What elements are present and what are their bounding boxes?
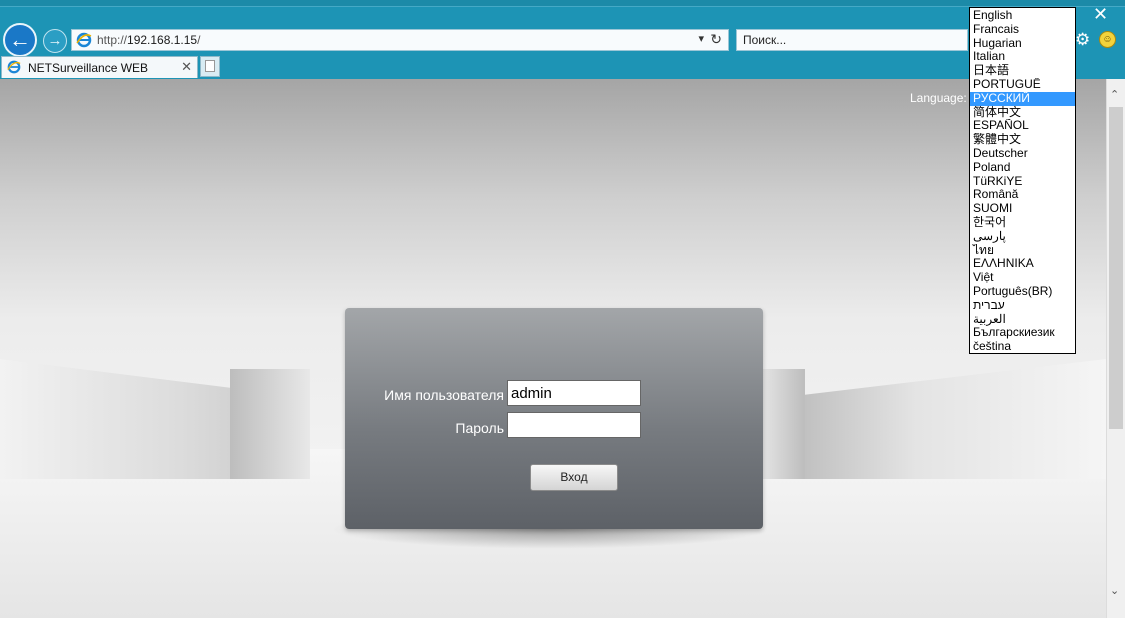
language-dropdown-list[interactable]: English Francais Hugarian Italian 日本語 PORTUGU… [969,7,1076,354]
gear-icon[interactable]: ⚙ [1075,30,1090,50]
language-option[interactable]: ไทย [970,244,1075,258]
vertical-scrollbar[interactable]: ⌃ ⌄ [1106,79,1125,618]
language-option[interactable]: Hugarian [970,37,1075,51]
language-option[interactable]: 简体中文 [970,106,1075,120]
url-host: 192.168.1.15 [127,33,198,47]
url-protocol: http:// [97,33,128,47]
new-tab-button[interactable] [200,56,220,77]
title-strip [0,0,1125,7]
language-option[interactable]: ESPAÑOL [970,119,1075,133]
tab-title: NETSurveillance WEB [28,61,149,75]
address-bar[interactable]: http://192.168.1.15/ ▾ ↻ [71,29,729,51]
language-option[interactable]: Българскиезик [970,326,1075,340]
language-option[interactable]: SUOMI [970,202,1075,216]
username-input[interactable] [507,380,641,406]
back-button[interactable]: ← [3,23,37,57]
ie-icon [7,60,21,74]
language-option[interactable]: 한국어 [970,216,1075,230]
language-option[interactable]: Poland [970,161,1075,175]
ie-icon [76,32,92,48]
language-option[interactable]: ΕΛΛΗΝΙΚΑ [970,257,1075,271]
close-icon[interactable]: ✕ [1093,4,1108,25]
chevron-down-icon[interactable]: ▾ [698,32,704,45]
language-option[interactable]: پارسی [970,230,1075,244]
language-option[interactable]: עברית [970,299,1075,313]
refresh-icon[interactable]: ↻ [710,31,722,48]
search-input[interactable]: Поиск... [743,33,786,47]
close-icon[interactable]: ✕ [181,59,192,75]
page-viewport: Language: Имя пользователя Пароль Вход [0,79,1106,618]
browser-chrome: ← → http://192.168.1.15/ ▾ ↻ Поиск... ✕ … [0,0,1125,79]
language-option[interactable]: čeština [970,340,1075,354]
background-pillar-right [760,369,805,479]
language-option[interactable]: РУССКИЙ [970,91,1075,106]
language-option[interactable]: Italian [970,50,1075,64]
search-box[interactable]: Поиск... [736,29,968,51]
password-label: Пароль [455,420,504,436]
tab-netsurveillance[interactable]: NETSurveillance WEB ✕ [1,56,198,78]
scroll-thumb[interactable] [1109,107,1123,429]
language-option[interactable]: 繁體中文 [970,133,1075,147]
language-option[interactable]: Việt [970,271,1075,285]
scroll-up-icon[interactable]: ⌃ [1110,88,1119,101]
language-option[interactable]: TüRKiYE [970,175,1075,189]
language-option[interactable]: English [970,9,1075,23]
login-panel: Имя пользователя Пароль Вход [345,308,763,529]
url-text: http://192.168.1.15/ [97,33,200,47]
language-option[interactable]: 日本語 [970,64,1075,78]
password-input[interactable] [507,412,641,438]
language-option[interactable]: Română [970,188,1075,202]
language-option[interactable]: PORTUGUÊ [970,78,1075,92]
language-option[interactable]: Português(BR) [970,285,1075,299]
url-path: / [197,33,201,47]
username-label: Имя пользователя [384,387,504,403]
forward-button[interactable]: → [43,29,67,53]
smiley-icon[interactable]: ☺ [1099,31,1116,48]
language-option[interactable]: Francais [970,23,1075,37]
language-option[interactable]: Deutscher [970,147,1075,161]
language-option[interactable]: العربية [970,313,1075,327]
language-label: Language: [910,91,967,105]
login-button[interactable]: Вход [530,464,618,491]
new-tab-icon [205,60,215,72]
background-pillar-left [230,369,310,479]
scroll-down-icon[interactable]: ⌄ [1110,584,1119,597]
